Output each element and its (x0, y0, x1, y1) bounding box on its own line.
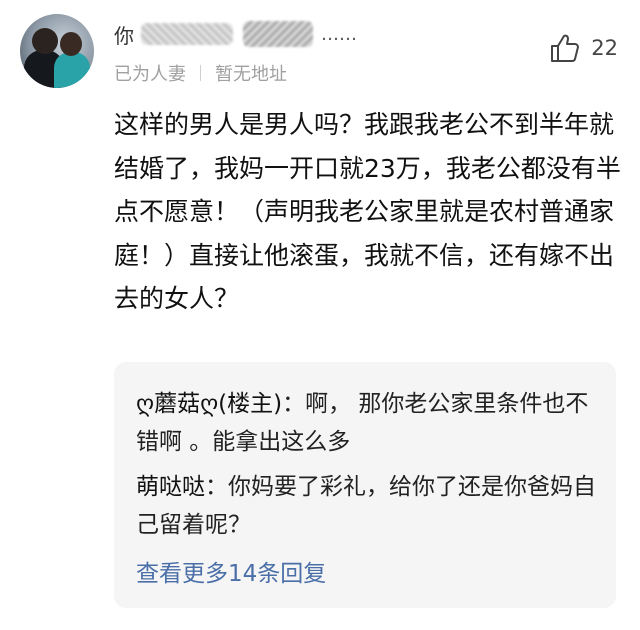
avatar[interactable] (20, 14, 94, 88)
meta-divider (200, 65, 201, 81)
like-count: 22 (591, 36, 618, 60)
reply-item[interactable]: 萌哒哒：你妈要了彩礼，给你了还是你爸妈自己留着呢？ (136, 468, 602, 544)
username-redaction-2 (243, 21, 313, 47)
like-button[interactable]: 22 (549, 32, 618, 64)
avatar-head-man (32, 28, 58, 54)
avatar-head-woman (60, 32, 82, 56)
username-row[interactable]: 你 …… (114, 18, 357, 50)
more-replies-link[interactable]: 查看更多14条回复 (136, 554, 326, 588)
username[interactable]: 你 (114, 20, 135, 49)
username-ellipsis: …… (321, 23, 357, 45)
thumbs-up-icon (551, 34, 580, 62)
reply-item[interactable]: ღ蘑菇ღ(楼主)：啊， 那你老公家里条件也不错啊 。能拿出这么多 (136, 385, 602, 461)
replies-panel: ღ蘑菇ღ(楼主)：啊， 那你老公家里条件也不错啊 。能拿出这么多 萌哒哒：你妈要… (114, 362, 616, 608)
reply-author[interactable]: 萌哒哒 (136, 474, 205, 500)
comment-body: 这样的男人是男人吗？我跟我老公不到半年就结婚了，我妈一开口就23万，我老公都没有… (114, 110, 621, 313)
avatar-figure-woman (54, 52, 90, 88)
reply-separator: ： (282, 391, 306, 417)
user-meta: 已为人妻 暂无地址 (114, 60, 287, 86)
user-status: 已为人妻 (114, 64, 186, 85)
user-location: 暂无地址 (215, 64, 287, 85)
username-redaction (141, 23, 233, 45)
reply-author[interactable]: ღ蘑菇ღ(楼主) (136, 391, 282, 417)
reply-separator: ： (205, 474, 228, 500)
